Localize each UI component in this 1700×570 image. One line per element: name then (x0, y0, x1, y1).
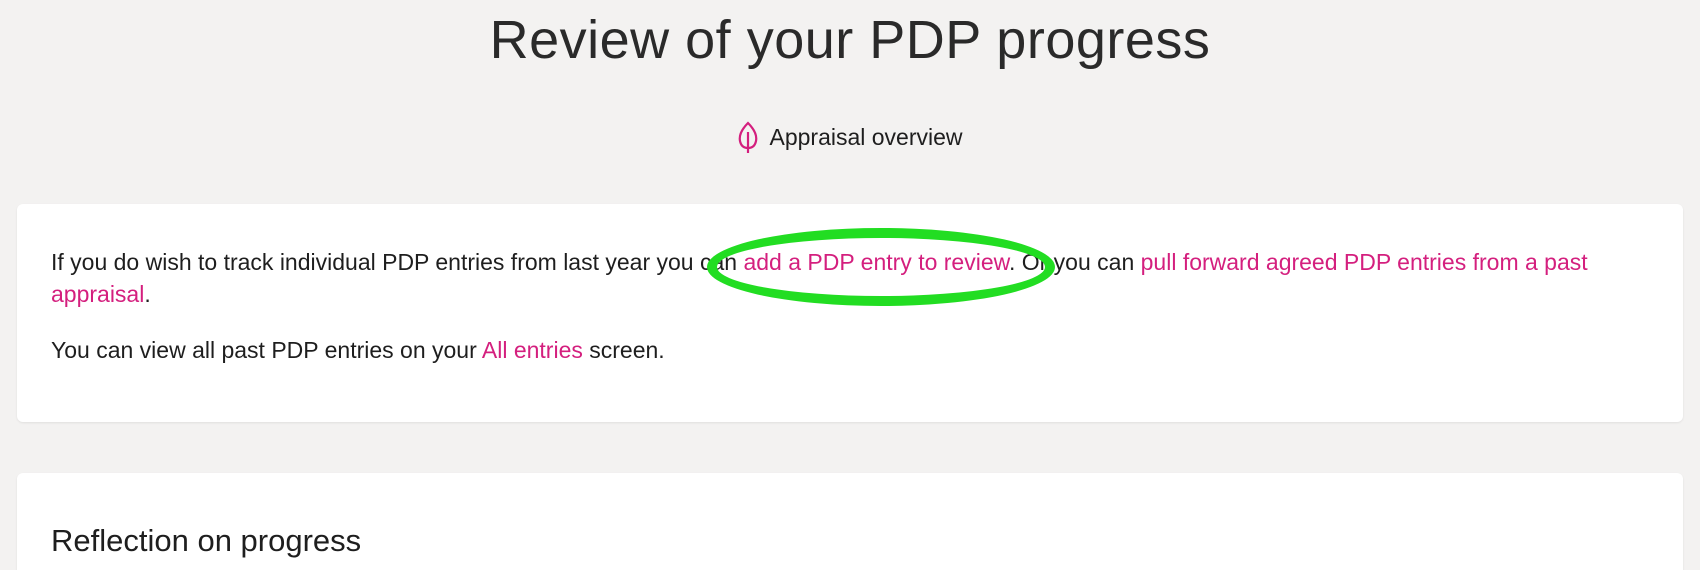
appraisal-overview-label: Appraisal overview (769, 123, 963, 150)
appraisal-overview-link[interactable]: Appraisal overview (0, 120, 1700, 154)
view-all-text-after: screen. (582, 337, 665, 363)
add-pdp-entry-link[interactable]: add a PDP entry to review (743, 249, 1009, 275)
intro-text-after: . (144, 281, 151, 307)
intro-paragraph-tracking: If you do wish to track individual PDP e… (51, 246, 1649, 310)
all-entries-link[interactable]: All entries (482, 337, 583, 363)
page: Review of your PDP progress Appraisal ov… (0, 0, 1700, 570)
reflection-card: Reflection on progress (17, 473, 1683, 570)
intro-paragraph-view-all: You can view all past PDP entries on you… (51, 334, 1649, 366)
view-all-text-before: You can view all past PDP entries on you… (51, 337, 482, 363)
reflection-heading: Reflection on progress (51, 523, 362, 558)
intro-text-before: If you do wish to track individual PDP e… (51, 249, 744, 275)
intro-text-middle: . Or you can (1008, 249, 1141, 275)
page-title: Review of your PDP progress (489, 10, 1211, 70)
pdp-intro-card: If you do wish to track individual PDP e… (17, 204, 1683, 422)
leaf-icon (737, 120, 759, 154)
